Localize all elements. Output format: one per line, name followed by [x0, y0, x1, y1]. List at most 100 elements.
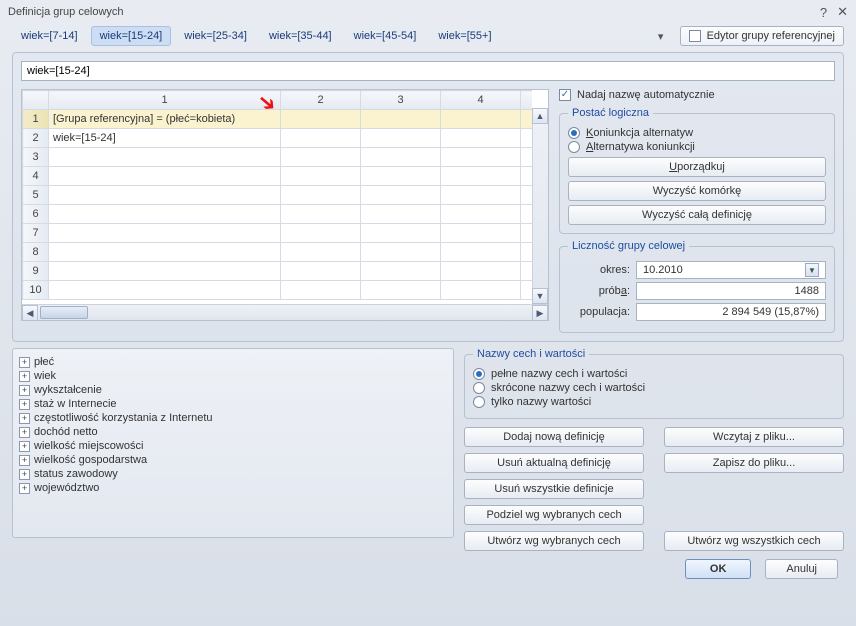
grid-cell[interactable]	[281, 205, 361, 224]
expand-icon[interactable]: +	[19, 483, 30, 494]
definition-grid[interactable]: 123451[Grupa referencyjna] = (płeć=kobie…	[21, 89, 549, 321]
grid-cell[interactable]	[49, 281, 281, 300]
col-header[interactable]: 5	[521, 91, 533, 110]
row-header[interactable]: 5	[23, 186, 49, 205]
tree-item[interactable]: +województwo	[17, 481, 449, 495]
grid-cell[interactable]	[441, 224, 521, 243]
tab-wiek-35-44-[interactable]: wiek=[35-44]	[260, 26, 341, 46]
expand-icon[interactable]: +	[19, 385, 30, 396]
add-definition-button[interactable]: Dodaj nową definicję	[464, 427, 644, 447]
grid-cell[interactable]	[441, 205, 521, 224]
tree-item[interactable]: +płeć	[17, 355, 449, 369]
tab-wiek-55-[interactable]: wiek=[55+]	[429, 26, 500, 46]
grid-cell[interactable]	[281, 243, 361, 262]
grid-cell[interactable]	[281, 224, 361, 243]
grid-cell[interactable]	[521, 148, 533, 167]
grid-cell[interactable]	[521, 262, 533, 281]
grid-cell[interactable]	[361, 186, 441, 205]
col-header[interactable]: 1	[49, 91, 281, 110]
load-file-button[interactable]: Wczytaj z pliku...	[664, 427, 844, 447]
grid-cell[interactable]	[441, 148, 521, 167]
okres-combo[interactable]: 10.2010 ▼	[636, 261, 826, 279]
split-by-traits-button[interactable]: Podziel wg wybranych cech	[464, 505, 644, 525]
expand-icon[interactable]: +	[19, 455, 30, 466]
grid-cell[interactable]: wiek=[15-24]	[49, 129, 281, 148]
scroll-right-button[interactable]: ▶	[532, 305, 548, 321]
grid-cell[interactable]	[49, 148, 281, 167]
expand-icon[interactable]: +	[19, 441, 30, 452]
tab-wiek-25-34-[interactable]: wiek=[25-34]	[175, 26, 256, 46]
grid-cell[interactable]	[441, 186, 521, 205]
scroll-up-button[interactable]: ▲	[532, 108, 548, 124]
tab-wiek-15-24-[interactable]: wiek=[15-24]	[91, 26, 172, 46]
auto-name-checkbox[interactable]	[559, 89, 571, 101]
logical-option-alternative[interactable]: Alternatywa koniunkcji	[568, 141, 826, 153]
delete-current-button[interactable]: Usuń aktualną definicję	[464, 453, 644, 473]
tab-wiek-45-54-[interactable]: wiek=[45-54]	[345, 26, 426, 46]
tabs-menu-icon[interactable]: ▾	[654, 29, 668, 43]
grid-cell[interactable]	[441, 167, 521, 186]
grid-cell[interactable]	[361, 205, 441, 224]
sort-button[interactable]: Uporządkuj	[568, 157, 826, 177]
save-file-button[interactable]: Zapisz do pliku...	[664, 453, 844, 473]
grid-cell[interactable]	[281, 281, 361, 300]
tree-item[interactable]: +wielkość gospodarstwa	[17, 453, 449, 467]
grid-cell[interactable]	[361, 110, 441, 129]
create-by-all-button[interactable]: Utwórz wg wszystkich cech	[664, 531, 844, 551]
expand-icon[interactable]: +	[19, 413, 30, 424]
create-by-selected-button[interactable]: Utwórz wg wybranych cech	[464, 531, 644, 551]
row-header[interactable]: 8	[23, 243, 49, 262]
expand-icon[interactable]: +	[19, 427, 30, 438]
tree-item[interactable]: +status zawodowy	[17, 467, 449, 481]
tree-item[interactable]: +dochód netto	[17, 425, 449, 439]
grid-cell[interactable]	[361, 262, 441, 281]
row-header[interactable]: 9	[23, 262, 49, 281]
clear-all-button[interactable]: Wyczyść całą definicję	[568, 205, 826, 225]
row-header[interactable]: 10	[23, 281, 49, 300]
formula-input[interactable]	[21, 61, 835, 81]
cancel-button[interactable]: Anuluj	[765, 559, 838, 579]
editor-reference-toggle[interactable]: Edytor grupy referencyjnej	[680, 26, 844, 46]
grid-cell[interactable]	[281, 148, 361, 167]
grid-cell[interactable]	[521, 186, 533, 205]
grid-cell[interactable]	[49, 224, 281, 243]
grid-cell[interactable]	[361, 148, 441, 167]
expand-icon[interactable]: +	[19, 371, 30, 382]
grid-cell[interactable]	[521, 205, 533, 224]
row-header[interactable]: 6	[23, 205, 49, 224]
row-header[interactable]: 7	[23, 224, 49, 243]
grid-cell[interactable]	[281, 167, 361, 186]
col-header[interactable]: 2	[281, 91, 361, 110]
grid-cell[interactable]	[361, 243, 441, 262]
grid-cell[interactable]	[441, 129, 521, 148]
row-header[interactable]: 3	[23, 148, 49, 167]
tree-item[interactable]: +wiek	[17, 369, 449, 383]
grid-cell[interactable]	[49, 262, 281, 281]
expand-icon[interactable]: +	[19, 357, 30, 368]
grid-cell[interactable]	[49, 205, 281, 224]
scroll-down-button[interactable]: ▼	[532, 288, 548, 304]
col-header[interactable]: 3	[361, 91, 441, 110]
grid-cell[interactable]	[441, 243, 521, 262]
col-header[interactable]: 4	[441, 91, 521, 110]
grid-cell[interactable]	[441, 281, 521, 300]
traits-tree[interactable]: +płeć+wiek+wykształcenie+staż w Internec…	[12, 348, 454, 538]
grid-cell[interactable]	[441, 262, 521, 281]
grid-cell[interactable]: [Grupa referencyjna] = (płeć=kobieta)	[49, 110, 281, 129]
grid-cell[interactable]	[281, 110, 361, 129]
grid-cell[interactable]	[49, 243, 281, 262]
names-short[interactable]: skrócone nazwy cech i wartości	[473, 382, 835, 394]
grid-cell[interactable]	[361, 281, 441, 300]
tree-item[interactable]: +wykształcenie	[17, 383, 449, 397]
grid-cell[interactable]	[281, 186, 361, 205]
scroll-h-track[interactable]	[38, 305, 532, 320]
logical-option-conjunction[interactable]: Koniunkcja alternatyw	[568, 127, 826, 139]
row-header[interactable]: 2	[23, 129, 49, 148]
expand-icon[interactable]: +	[19, 399, 30, 410]
grid-cell[interactable]	[49, 167, 281, 186]
scroll-left-button[interactable]: ◀	[22, 305, 38, 321]
grid-cell[interactable]	[441, 110, 521, 129]
scroll-h-thumb[interactable]	[40, 306, 88, 319]
grid-cell[interactable]	[521, 110, 533, 129]
help-icon[interactable]: ?	[820, 5, 827, 20]
